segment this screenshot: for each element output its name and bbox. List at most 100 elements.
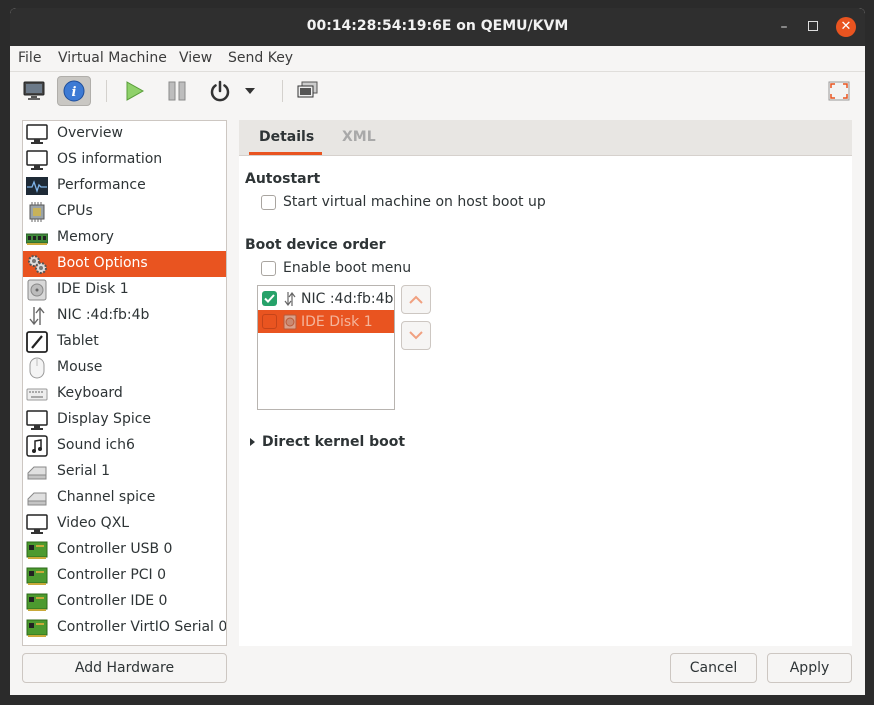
sidebar-item-memory[interactable]: Memory [23, 225, 226, 251]
sidebar-item-controller-virtio-serial-0[interactable]: Controller VirtIO Serial 0 [23, 615, 226, 641]
boot-device-list: NIC :4d:fb:4b IDE Disk 1 [257, 285, 395, 410]
checkbox-box [261, 194, 276, 210]
sidebar-item-label: IDE Disk 1 [57, 281, 129, 297]
details-panel: Details XML Autostart Start virtual mach… [239, 120, 852, 646]
active-tab-indicator [249, 152, 322, 155]
apply-button[interactable]: Apply [767, 653, 852, 683]
sidebar-item-overview[interactable]: Overview [23, 121, 226, 147]
network-icon [29, 306, 45, 326]
sidebar-item-serial-1[interactable]: Serial 1 [23, 459, 226, 485]
snapshots-button[interactable] [291, 76, 325, 106]
snapshot-icon [297, 81, 318, 98]
details-button[interactable]: i [57, 76, 91, 106]
sidebar-item-channel-spice[interactable]: Channel spice [23, 485, 226, 511]
boot-device-checkbox[interactable] [262, 291, 277, 306]
chevron-up-icon [409, 295, 423, 304]
boot-device-label: IDE Disk 1 [301, 313, 373, 330]
maximize-icon [808, 21, 818, 31]
menu-file[interactable]: File [18, 50, 41, 66]
serial-icon [27, 466, 47, 480]
sidebar-item-boot-options[interactable]: Boot Options [23, 251, 226, 277]
boot-order-heading: Boot device order [245, 237, 386, 253]
fullscreen-button[interactable] [822, 76, 856, 106]
power-icon [210, 80, 230, 102]
direct-kernel-boot-label: Direct kernel boot [262, 434, 406, 450]
direct-kernel-boot-expander[interactable]: Direct kernel boot [250, 434, 405, 450]
sidebar-item-label: Overview [57, 125, 123, 141]
pause-button[interactable] [160, 76, 194, 106]
sidebar-item-controller-usb-0[interactable]: Controller USB 0 [23, 537, 226, 563]
move-up-button[interactable] [401, 285, 431, 314]
sidebar-item-cpus[interactable]: CPUs [23, 199, 226, 225]
vm-details-window: 00:14:28:54:19:6E on QEMU/KVM – ✕ File V… [10, 8, 865, 695]
window-title: 00:14:28:54:19:6E on QEMU/KVM [306, 18, 569, 34]
move-down-button[interactable] [401, 321, 431, 350]
chevron-down-icon [245, 88, 255, 94]
boot-device-ide-disk[interactable]: IDE Disk 1 [258, 310, 394, 333]
sidebar-item-video-qxl[interactable]: Video QXL [23, 511, 226, 537]
sidebar-item-label: NIC :4d:fb:4b [57, 307, 150, 323]
fullscreen-icon [828, 81, 850, 101]
controller-icon [26, 619, 48, 637]
shutdown-button[interactable] [203, 76, 237, 106]
run-button[interactable] [117, 76, 151, 106]
sidebar-item-tablet[interactable]: Tablet [23, 329, 226, 355]
sidebar-item-controller-ide-0[interactable]: Controller IDE 0 [23, 589, 226, 615]
monitor-icon [26, 124, 48, 144]
sidebar-item-label: Controller USB 0 [57, 541, 173, 557]
close-button[interactable]: ✕ [836, 17, 856, 37]
shutdown-menu-button[interactable] [240, 76, 260, 106]
sidebar-item-controller-pci-0[interactable]: Controller PCI 0 [23, 563, 226, 589]
hardware-list: Overview OS information Performance CPUs… [22, 120, 227, 646]
checkbox-box [261, 260, 276, 276]
maximize-button[interactable] [803, 17, 823, 37]
sidebar-item-label: Serial 1 [57, 463, 110, 479]
autostart-heading: Autostart [245, 171, 321, 187]
autostart-checkbox[interactable]: Start virtual machine on host boot up [261, 194, 546, 210]
mouse-icon [29, 357, 45, 379]
tab-xml[interactable]: XML [342, 129, 376, 145]
sidebar-item-label: Sound ich6 [57, 437, 135, 453]
sidebar-item-label: OS information [57, 151, 163, 167]
sidebar-item-os-information[interactable]: OS information [23, 147, 226, 173]
sidebar-item-display-spice[interactable]: Display Spice [23, 407, 226, 433]
run-icon [126, 81, 145, 101]
sidebar-item-ide-disk-1[interactable]: IDE Disk 1 [23, 277, 226, 303]
sidebar-item-keyboard[interactable]: Keyboard [23, 381, 226, 407]
add-hardware-button[interactable]: Add Hardware [22, 653, 227, 683]
tab-details[interactable]: Details [259, 129, 314, 145]
gears-icon [28, 255, 47, 274]
network-icon [284, 291, 296, 306]
sidebar-item-label: Tablet [57, 333, 99, 349]
cancel-button[interactable]: Cancel [670, 653, 757, 683]
menu-send-key[interactable]: Send Key [228, 50, 293, 66]
sidebar-item-label: Keyboard [57, 385, 123, 401]
sidebar-item-nic[interactable]: NIC :4d:fb:4b [23, 303, 226, 329]
tablet-icon [26, 331, 48, 353]
disk-icon [283, 314, 297, 329]
sidebar-item-mouse[interactable]: Mouse [23, 355, 226, 381]
sidebar-item-label: Controller PCI 0 [57, 567, 167, 583]
sidebar-item-performance[interactable]: Performance [23, 173, 226, 199]
menu-virtual-machine[interactable]: Virtual Machine [58, 50, 167, 66]
serial-icon [27, 492, 47, 506]
enable-boot-menu-checkbox[interactable]: Enable boot menu [261, 260, 411, 276]
boot-device-checkbox[interactable] [262, 314, 277, 329]
sidebar-item-label: Performance [57, 177, 146, 193]
sidebar-item-sound[interactable]: Sound ich6 [23, 433, 226, 459]
sidebar-item-label: Display Spice [57, 411, 152, 427]
expander-arrow-icon [250, 438, 255, 446]
boot-device-nic[interactable]: NIC :4d:fb:4b [258, 287, 394, 310]
checkmark-icon [264, 294, 275, 303]
console-icon [23, 81, 45, 100]
menu-view[interactable]: View [179, 50, 212, 66]
minimize-button[interactable]: – [774, 17, 794, 37]
sidebar-item-label: Channel spice [57, 489, 156, 505]
title-bar: 00:14:28:54:19:6E on QEMU/KVM – ✕ [10, 8, 865, 46]
keyboard-icon [26, 388, 48, 401]
sound-icon [26, 435, 48, 457]
monitor-icon [26, 410, 48, 430]
console-button[interactable] [17, 76, 51, 106]
performance-icon [26, 177, 48, 195]
boot-device-label: NIC :4d:fb:4b [301, 290, 394, 307]
